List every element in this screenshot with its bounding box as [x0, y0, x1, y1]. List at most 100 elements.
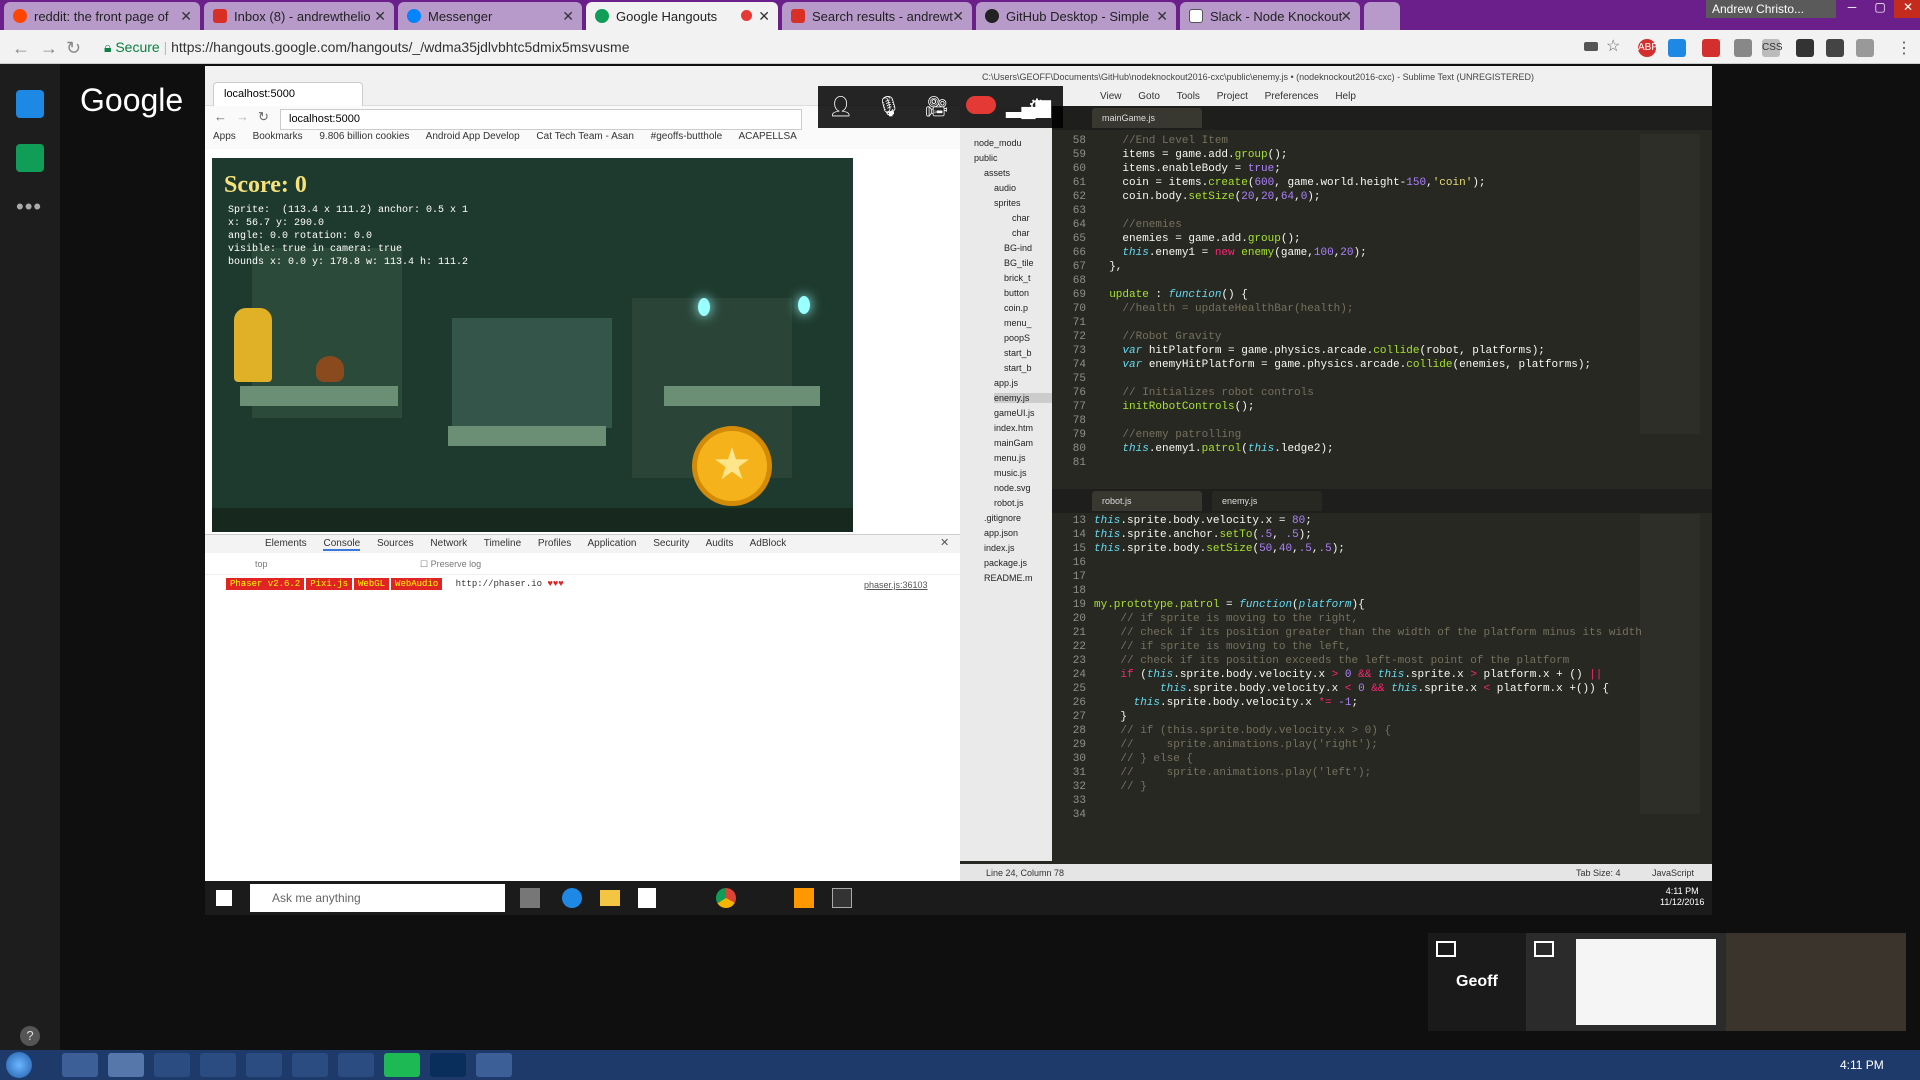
banner-url[interactable]: http://phaser.io: [456, 579, 542, 589]
bookmark-bookmarks[interactable]: Bookmarks: [253, 131, 303, 142]
close-icon[interactable]: ✕: [562, 8, 574, 25]
file-item[interactable]: gameUI.js: [994, 408, 1035, 418]
reload-icon[interactable]: ↻: [258, 109, 269, 125]
video-off-icon[interactable]: 🎥︎: [924, 94, 949, 119]
preserve-log-checkbox[interactable]: ☐: [420, 559, 431, 569]
context-select[interactable]: top: [255, 559, 268, 569]
tab-hangouts[interactable]: Google Hangouts ✕: [586, 2, 778, 30]
code-editor-top[interactable]: //End Level Item items = game.add.group(…: [1096, 134, 1591, 456]
menu-preferences[interactable]: Preferences: [1265, 91, 1319, 102]
status-tab-size[interactable]: Tab Size: 4: [1576, 868, 1621, 878]
file-item[interactable]: char: [1012, 228, 1030, 238]
menu-help[interactable]: Help: [1335, 91, 1356, 102]
extension-icon[interactable]: [1734, 39, 1752, 57]
maximize-button[interactable]: ▢: [1866, 0, 1894, 18]
chat-icon[interactable]: [16, 90, 44, 118]
participant-tile[interactable]: Geoff: [1428, 933, 1526, 1031]
tab-slack[interactable]: Slack - Node Knockout ✕: [1180, 2, 1360, 30]
bookmark-geoffs[interactable]: #geoffs-butthole: [651, 131, 723, 142]
tab-elements[interactable]: Elements: [265, 538, 307, 549]
file-item[interactable]: menu.js: [994, 453, 1026, 463]
file-item[interactable]: start_b: [1004, 363, 1032, 373]
windows-start-icon[interactable]: [216, 890, 232, 906]
menu-tools[interactable]: Tools: [1177, 91, 1200, 102]
tab-application[interactable]: Application: [588, 538, 637, 549]
cortana-search[interactable]: Ask me anything: [250, 884, 505, 912]
photoshop-icon[interactable]: [430, 1053, 466, 1077]
tab-gmail-inbox[interactable]: Inbox (8) - andrewthelio ✕: [204, 2, 394, 30]
file-item-selected[interactable]: enemy.js: [994, 393, 1052, 403]
file-item[interactable]: public: [974, 153, 998, 163]
file-item[interactable]: music.js: [994, 468, 1027, 478]
forward-icon[interactable]: →: [40, 38, 58, 59]
help-icon[interactable]: ?: [20, 1026, 40, 1046]
file-item[interactable]: BG-ind: [1004, 243, 1032, 253]
steam-icon[interactable]: [200, 1053, 236, 1077]
close-icon[interactable]: ✕: [180, 8, 192, 25]
extension-icon[interactable]: [1856, 39, 1874, 57]
close-icon[interactable]: ✕: [758, 8, 770, 25]
back-icon[interactable]: ←: [12, 38, 30, 59]
taskbar-app-icon[interactable]: [520, 888, 540, 908]
status-syntax[interactable]: JavaScript: [1652, 868, 1694, 878]
camera-icon[interactable]: [1584, 42, 1598, 51]
forward-icon[interactable]: →: [236, 109, 249, 124]
file-item[interactable]: node.svg: [994, 483, 1031, 493]
extension-icon[interactable]: [1702, 39, 1720, 57]
skype-icon[interactable]: [338, 1053, 374, 1077]
screenshare-icon[interactable]: [16, 144, 44, 172]
system-clock[interactable]: 4:11 PM: [1840, 1058, 1884, 1072]
more-icon[interactable]: •••: [16, 194, 42, 220]
file-item[interactable]: .gitignore: [984, 513, 1021, 523]
tab-enemy[interactable]: enemy.js: [1212, 491, 1322, 511]
tab-audits[interactable]: Audits: [706, 538, 734, 549]
file-item[interactable]: README.m: [984, 573, 1033, 583]
bookmark-android[interactable]: Android App Develop: [426, 131, 520, 142]
close-icon[interactable]: ✕: [952, 8, 964, 25]
app-icon[interactable]: [246, 1053, 282, 1077]
folder-icon[interactable]: [600, 890, 620, 906]
close-icon[interactable]: ✕: [1156, 8, 1168, 25]
calculator-icon[interactable]: [476, 1053, 512, 1077]
file-item[interactable]: package.js: [984, 558, 1027, 568]
file-item[interactable]: brick_t: [1004, 273, 1031, 283]
minimize-button[interactable]: ─: [1838, 0, 1866, 18]
menu-goto[interactable]: Goto: [1138, 91, 1160, 102]
back-icon[interactable]: ←: [214, 109, 227, 124]
gear-icon[interactable]: ⚙: [1028, 94, 1046, 119]
new-tab-button[interactable]: [1364, 2, 1400, 30]
screenshare-thumbnail[interactable]: [1526, 933, 1726, 1031]
file-item[interactable]: index.htm: [994, 423, 1033, 433]
file-item[interactable]: poopS: [1004, 333, 1030, 343]
start-orb-icon[interactable]: [6, 1052, 32, 1078]
close-icon[interactable]: ✕: [374, 8, 386, 25]
file-item[interactable]: start_b: [1004, 348, 1032, 358]
chrome-icon[interactable]: [716, 888, 736, 908]
file-item[interactable]: BG_tile: [1004, 258, 1034, 268]
code-editor-bottom[interactable]: this.sprite.body.velocity.x = 80; this.s…: [1094, 514, 1642, 794]
address-bar[interactable]: 🔒︎ Secure | https://hangouts.google.com/…: [96, 35, 1576, 59]
file-item[interactable]: app.json: [984, 528, 1018, 538]
reload-icon[interactable]: ↻: [66, 38, 81, 59]
self-view-video[interactable]: [1726, 933, 1906, 1031]
tab-profiles[interactable]: Profiles: [538, 538, 571, 549]
file-item[interactable]: char: [1012, 213, 1030, 223]
close-window-button[interactable]: ✕: [1894, 0, 1920, 18]
file-item[interactable]: coin.p: [1004, 303, 1028, 313]
tab-security[interactable]: Security: [653, 538, 689, 549]
spotify-icon[interactable]: [384, 1053, 420, 1077]
file-item[interactable]: menu_: [1004, 318, 1032, 328]
bookmark-apps[interactable]: Apps: [213, 131, 236, 142]
chrome-icon[interactable]: [108, 1053, 144, 1077]
tab-console[interactable]: Console: [323, 538, 361, 551]
menu-project[interactable]: Project: [1217, 91, 1248, 102]
vlc-icon[interactable]: [154, 1053, 190, 1077]
file-item[interactable]: button: [1004, 288, 1029, 298]
close-icon[interactable]: ✕: [940, 536, 949, 549]
hangup-icon[interactable]: [966, 96, 996, 114]
tab-sources[interactable]: Sources: [377, 538, 414, 549]
add-person-icon[interactable]: 👤︎: [828, 94, 853, 119]
extension-icon[interactable]: [1668, 39, 1686, 57]
file-item[interactable]: index.js: [984, 543, 1015, 553]
menu-icon[interactable]: ⋮: [1896, 38, 1912, 58]
